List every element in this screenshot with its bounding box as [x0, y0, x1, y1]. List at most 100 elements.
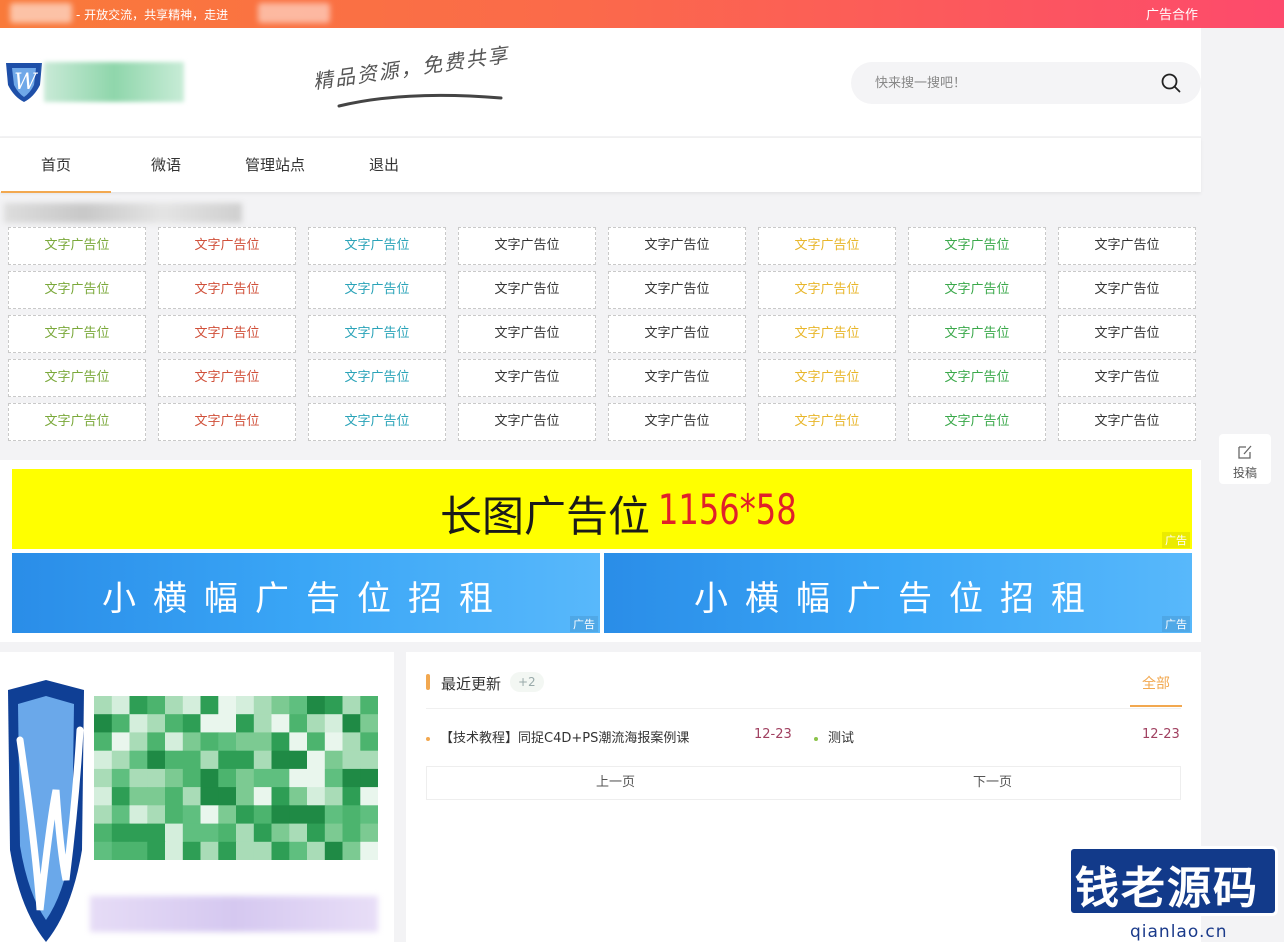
prev-page-button[interactable]: 上一页: [427, 767, 804, 799]
view-all-link[interactable]: 全部: [1130, 673, 1182, 707]
tagline: 精品资源，免费共享: [311, 42, 511, 94]
mosaic-tile: [129, 823, 148, 843]
text-ad-slot[interactable]: 文字广告位: [908, 359, 1046, 397]
mosaic-tile: [200, 732, 219, 752]
search-box: [851, 62, 1201, 104]
mosaic-tile: [271, 714, 290, 733]
text-ad-slot[interactable]: 文字广告位: [1058, 227, 1196, 265]
banner-section: 长图广告位 1156*58 广告 小横幅广告位招租 广告 小横幅广告位招租 广告: [0, 460, 1201, 642]
text-ad-slot[interactable]: 文字广告位: [8, 359, 146, 397]
mosaic-tile: [307, 841, 326, 860]
mosaic-tile: [94, 805, 113, 824]
mosaic-tile: [360, 823, 378, 843]
mosaic-tile: [236, 768, 255, 788]
nav-item-admin[interactable]: 管理站点: [220, 138, 330, 193]
post-link[interactable]: 【技术教程】同捉C4D+PS潮流海报案例课: [426, 727, 689, 746]
text-ad-slot[interactable]: 文字广告位: [758, 227, 896, 265]
mosaic-tile: [147, 768, 166, 788]
mosaic-tile: [165, 750, 184, 770]
text-ad-slot[interactable]: 文字广告位: [458, 315, 596, 353]
nav-item-logout[interactable]: 退出: [329, 138, 439, 193]
mosaic-tile: [307, 787, 326, 806]
text-ad-slot[interactable]: 文字广告位: [608, 315, 746, 353]
small-ad-banner-right[interactable]: 小横幅广告位招租 广告: [604, 553, 1192, 633]
text-ad-slot[interactable]: 文字广告位: [608, 403, 746, 441]
ad-cooperation-link[interactable]: 广告合作: [1146, 4, 1198, 23]
mosaic-tile: [94, 696, 113, 715]
mosaic-tile: [360, 696, 378, 715]
text-ad-slot[interactable]: 文字广告位: [458, 359, 596, 397]
text-ad-slot[interactable]: 文字广告位: [158, 271, 296, 309]
text-ad-slot[interactable]: 文字广告位: [758, 271, 896, 309]
mosaic-tile: [253, 768, 273, 788]
nav-item-home[interactable]: 首页: [1, 138, 111, 193]
text-ad-slot[interactable]: 文字广告位: [308, 403, 446, 441]
text-ad-slot[interactable]: 文字广告位: [158, 227, 296, 265]
text-ad-slot[interactable]: 文字广告位: [8, 315, 146, 353]
mosaic-tile: [253, 823, 273, 843]
text-ad-slot[interactable]: 文字广告位: [158, 403, 296, 441]
text-ad-slot[interactable]: 文字广告位: [308, 271, 446, 309]
next-page-button[interactable]: 下一页: [804, 767, 1181, 799]
post-link[interactable]: 测试: [814, 727, 854, 746]
mosaic-tile: [289, 787, 308, 806]
mosaic-tile: [253, 714, 273, 733]
mosaic-tile: [147, 841, 166, 860]
nav-item-weiyu[interactable]: 微语: [111, 138, 221, 193]
mosaic-tile: [129, 750, 148, 770]
watermark-brand: 钱老源码: [1075, 863, 1259, 914]
text-ad-slot[interactable]: 文字广告位: [908, 227, 1046, 265]
long-ad-size: 1156*58: [658, 485, 797, 534]
logo-shield-icon[interactable]: W: [4, 59, 44, 103]
text-ad-slot[interactable]: 文字广告位: [608, 271, 746, 309]
mosaic-tile: [360, 714, 378, 733]
text-ad-slot[interactable]: 文字广告位: [1058, 359, 1196, 397]
svg-text:W: W: [14, 70, 39, 95]
text-ad-slot[interactable]: 文字广告位: [458, 227, 596, 265]
submit-post-button[interactable]: 投稿: [1219, 434, 1271, 484]
text-ad-slot[interactable]: 文字广告位: [308, 359, 446, 397]
mosaic-tile: [129, 696, 148, 715]
mosaic-tile: [342, 732, 361, 752]
mosaic-tile: [360, 750, 378, 770]
text-ad-slot[interactable]: 文字广告位: [1058, 315, 1196, 353]
search-input[interactable]: [875, 73, 1145, 93]
text-ad-slot[interactable]: 文字广告位: [158, 359, 296, 397]
text-ad-slot[interactable]: 文字广告位: [608, 227, 746, 265]
text-ad-slot[interactable]: 文字广告位: [158, 315, 296, 353]
text-ad-slot[interactable]: 文字广告位: [758, 359, 896, 397]
post-title: 【技术教程】同捉C4D+PS潮流海报案例课: [440, 731, 690, 746]
search-icon[interactable]: [1161, 73, 1181, 93]
long-ad-banner[interactable]: 长图广告位 1156*58 广告: [12, 469, 1192, 549]
submit-label: 投稿: [1232, 466, 1257, 480]
text-ad-slot[interactable]: 文字广告位: [608, 359, 746, 397]
text-ad-slot[interactable]: 文字广告位: [1058, 403, 1196, 441]
text-ad-slot[interactable]: 文字广告位: [458, 271, 596, 309]
mosaic-tile: [129, 805, 148, 824]
text-ad-slot[interactable]: 文字广告位: [308, 227, 446, 265]
mosaic-tile: [289, 768, 308, 788]
site-header: W 精品资源，免费共享: [0, 28, 1201, 136]
mosaic-tile: [342, 696, 361, 715]
text-ad-slot[interactable]: 文字广告位: [908, 271, 1046, 309]
mosaic-tile: [147, 750, 166, 770]
mosaic-tile: [111, 787, 131, 806]
text-ad-slot[interactable]: 文字广告位: [908, 403, 1046, 441]
text-ad-slot[interactable]: 文字广告位: [8, 227, 146, 265]
text-ad-slot[interactable]: 文字广告位: [908, 315, 1046, 353]
text-ad-slot[interactable]: 文字广告位: [458, 403, 596, 441]
text-ad-slot[interactable]: 文字广告位: [8, 403, 146, 441]
text-ad-slot[interactable]: 文字广告位: [758, 403, 896, 441]
text-ad-slot[interactable]: 文字广告位: [308, 315, 446, 353]
mosaic-tile: [324, 805, 344, 824]
mosaic-tile: [342, 768, 361, 788]
mosaic-tile: [200, 805, 219, 824]
mosaic-tile: [289, 823, 308, 843]
text-ad-slot[interactable]: 文字广告位: [1058, 271, 1196, 309]
section-marker: [426, 674, 430, 690]
mosaic-tile: [94, 732, 113, 752]
text-ad-slot[interactable]: 文字广告位: [8, 271, 146, 309]
mosaic-tile: [253, 732, 273, 752]
small-ad-banner-left[interactable]: 小横幅广告位招租 广告: [12, 553, 600, 633]
text-ad-slot[interactable]: 文字广告位: [758, 315, 896, 353]
